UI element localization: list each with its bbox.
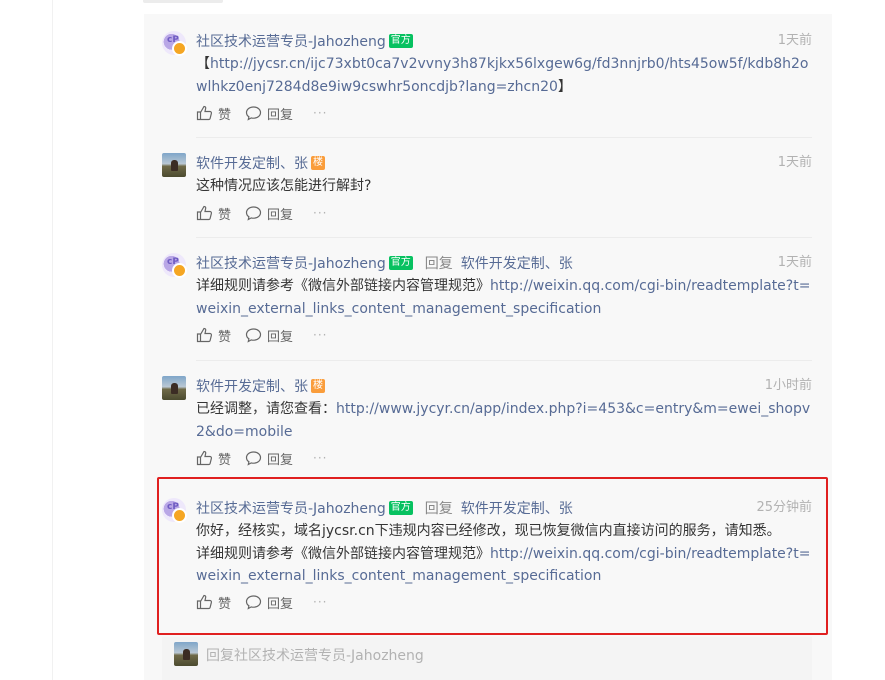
reply-button[interactable]: 回复: [245, 104, 293, 123]
divider: [196, 360, 812, 361]
thumbs-up-icon: [196, 450, 213, 466]
author-name[interactable]: 社区技术运营专员-Jahozheng: [196, 253, 386, 273]
more-options-button[interactable]: ···: [313, 106, 327, 120]
comment-content: 详细规则请参考《微信外部链接内容管理规范》http://weixin.qq.co…: [196, 275, 812, 320]
divider: [196, 237, 812, 238]
reply-button[interactable]: 回复: [245, 449, 293, 468]
comment-header: 社区技术运营专员-Jahozheng 官方 回复 软件开发定制、张: [196, 253, 812, 273]
like-label: 赞: [218, 107, 232, 123]
comment-actions: 赞 回复 ···: [196, 325, 327, 345]
comment-actions: 赞 回复 ···: [196, 103, 327, 123]
comment-content: 【http://jycsr.cn/ijc73xbt0ca7v2vvny3h87k…: [196, 53, 812, 98]
thumbs-up-icon: [196, 105, 213, 121]
reply-to-word: 回复: [424, 256, 453, 272]
reply-button[interactable]: 回复: [245, 204, 293, 223]
content-link[interactable]: http://jycsr.cn/ijc73xbt0ca7v2vvny3h87kj…: [196, 56, 808, 95]
bracket-open: 【: [196, 56, 210, 72]
comment-time: 1天前: [777, 155, 812, 170]
thumbs-up-icon: [196, 327, 213, 343]
divider: [196, 137, 812, 138]
official-avatar[interactable]: cP: [162, 253, 187, 278]
like-label: 赞: [218, 329, 232, 345]
top-tab-edge: [143, 0, 223, 3]
like-button[interactable]: 赞: [196, 326, 231, 345]
comment-time: 1天前: [777, 33, 812, 48]
more-options-button[interactable]: ···: [313, 451, 327, 465]
reply-label: 回复: [267, 107, 294, 123]
left-rail: [52, 0, 53, 680]
official-avatar[interactable]: cP: [162, 31, 187, 56]
author-name[interactable]: 软件开发定制、张: [196, 153, 308, 173]
user-avatar[interactable]: [162, 376, 186, 400]
content-text: 详细规则请参考《微信外部链接内容管理规范》: [196, 278, 490, 294]
reply-label: 回复: [267, 329, 294, 345]
comment-content: 这种情况应该怎能进行解封?: [196, 178, 372, 194]
author-name[interactable]: 社区技术运营专员-Jahozheng: [196, 31, 386, 51]
reply-button[interactable]: 回复: [245, 326, 293, 345]
official-badge: 官方: [388, 34, 413, 48]
more-options-button[interactable]: ···: [313, 328, 327, 342]
comment-actions: 赞 回复 ···: [196, 203, 327, 223]
comment-item: cP 社区技术运营专员-Jahozheng 官方 1天前 【http://jyc…: [162, 31, 812, 123]
comment-bubble-icon: [245, 206, 262, 221]
like-button[interactable]: 赞: [196, 104, 231, 123]
reply-label: 回复: [267, 452, 294, 468]
comment-actions: 赞 回复 ···: [196, 448, 327, 468]
comment-time: 1天前: [777, 255, 812, 270]
comment-header: 软件开发定制、张 楼: [196, 376, 812, 396]
comment-content: 已经调整，请您查看：http://www.jycyr.cn/app/index.…: [196, 398, 812, 443]
comment-item: 软件开发定制、张 楼 1天前 这种情况应该怎能进行解封? 赞 回复 ···: [162, 153, 812, 225]
content-text: 已经调整，请您查看：: [196, 401, 336, 417]
user-avatar[interactable]: [162, 153, 186, 177]
like-label: 赞: [218, 452, 232, 468]
comment-time: 1小时前: [764, 378, 812, 393]
author-name[interactable]: 软件开发定制、张: [196, 376, 308, 396]
comment-header: 社区技术运营专员-Jahozheng 官方: [196, 31, 812, 51]
official-badge: 官方: [388, 256, 413, 270]
like-button[interactable]: 赞: [196, 449, 231, 468]
reply-placeholder[interactable]: 回复社区技术运营专员-Jahozheng: [206, 645, 424, 665]
comment-bubble-icon: [245, 451, 262, 466]
highlight-box: [157, 477, 828, 635]
comment-header: 软件开发定制、张 楼: [196, 153, 812, 173]
thumbs-up-icon: [196, 205, 213, 221]
reply-input-box[interactable]: 回复社区技术运营专员-Jahozheng: [162, 637, 812, 680]
reply-target-name[interactable]: 软件开发定制、张: [461, 253, 573, 273]
current-user-avatar: [174, 642, 198, 666]
bracket-close: 】: [557, 78, 572, 95]
comment-item: 软件开发定制、张 楼 1小时前 已经调整，请您查看：http://www.jyc…: [162, 376, 812, 471]
like-label: 赞: [218, 207, 232, 223]
more-options-button[interactable]: ···: [313, 206, 327, 220]
reply-label: 回复: [267, 207, 294, 223]
comment-bubble-icon: [245, 106, 262, 121]
floor-owner-badge: 楼: [311, 156, 325, 170]
comment-bubble-icon: [245, 328, 262, 343]
comment-item: cP 社区技术运营专员-Jahozheng 官方 回复 软件开发定制、张 1天前…: [162, 253, 812, 348]
floor-owner-badge: 楼: [311, 379, 325, 393]
like-button[interactable]: 赞: [196, 204, 231, 223]
